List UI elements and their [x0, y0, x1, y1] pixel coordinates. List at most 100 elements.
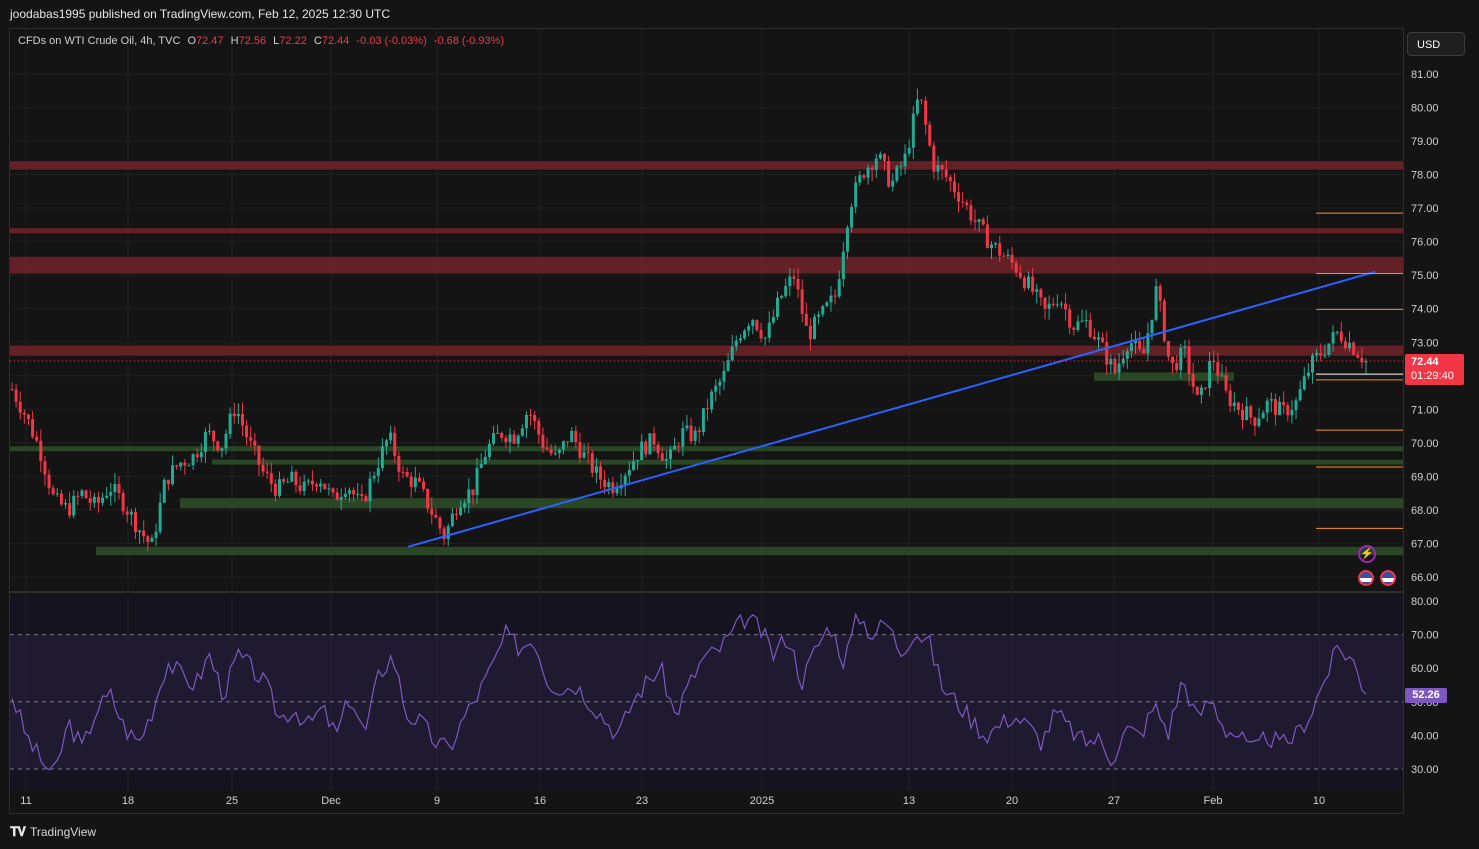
candle-down[interactable] [882, 153, 886, 161]
candle-up[interactable] [389, 432, 393, 441]
candle-down[interactable] [537, 421, 541, 435]
candle-down[interactable] [660, 453, 664, 461]
candle-down[interactable] [261, 464, 265, 472]
candle-down[interactable] [360, 493, 364, 497]
candle-down[interactable] [804, 313, 808, 326]
candle-down[interactable] [146, 536, 150, 542]
candle-up[interactable] [1084, 319, 1088, 321]
candle-down[interactable] [697, 430, 701, 433]
candle-down[interactable] [689, 425, 693, 441]
candle-down[interactable] [417, 477, 421, 482]
candle-up[interactable] [105, 495, 109, 498]
candle-up[interactable] [714, 385, 718, 392]
candle-up[interactable] [356, 493, 360, 495]
candle-up[interactable] [994, 243, 998, 245]
candle-up[interactable] [701, 408, 705, 433]
candle-down[interactable] [928, 124, 932, 146]
candle-up[interactable] [220, 448, 224, 451]
candle-down[interactable] [294, 471, 298, 486]
candle-down[interactable] [1216, 362, 1220, 376]
candle-down[interactable] [265, 471, 269, 474]
chart-canvas[interactable]: 81.00 80.00 79.00 78.00 77.00 76.00 75.00 74.00… [0, 0, 1479, 849]
candle-down[interactable] [257, 445, 261, 465]
candle-up[interactable] [475, 467, 479, 496]
candle-down[interactable] [549, 449, 553, 454]
candle-up[interactable] [623, 475, 627, 485]
candle-down[interactable] [1051, 303, 1055, 305]
candle-up[interactable] [903, 153, 907, 167]
candle-down[interactable] [1195, 386, 1199, 395]
candle-up[interactable] [154, 531, 158, 538]
candle-down[interactable] [216, 441, 220, 451]
candle-up[interactable] [492, 432, 496, 444]
candle-up[interactable] [751, 320, 755, 327]
candle-up[interactable] [874, 158, 878, 171]
candle-up[interactable] [915, 99, 919, 114]
candle-up[interactable] [1055, 304, 1059, 306]
candle-up[interactable] [1154, 286, 1158, 320]
candle-down[interactable] [39, 440, 43, 462]
candle-up[interactable] [463, 503, 467, 508]
candle-down[interactable] [599, 466, 603, 480]
candle-up[interactable] [467, 489, 471, 504]
candle-up[interactable] [850, 206, 854, 228]
candle-up[interactable] [368, 478, 372, 502]
candle-down[interactable] [1241, 409, 1245, 420]
candle-down[interactable] [533, 415, 537, 422]
candle-up[interactable] [1294, 400, 1298, 411]
candle-down[interactable] [545, 447, 549, 450]
candle-up[interactable] [813, 316, 817, 340]
candle-down[interactable] [51, 488, 55, 495]
candle-up[interactable] [1076, 321, 1080, 330]
candle-up[interactable] [771, 316, 775, 323]
candle-down[interactable] [1162, 300, 1166, 342]
candle-up[interactable] [129, 511, 133, 515]
candle-up[interactable] [236, 413, 240, 417]
candle-up[interactable] [199, 452, 203, 458]
candle-down[interactable] [1171, 356, 1175, 364]
candle-down[interactable] [401, 471, 405, 473]
candle-up[interactable] [55, 493, 59, 495]
candle-up[interactable] [829, 295, 833, 303]
candle-up[interactable] [710, 391, 714, 410]
candle-up[interactable] [483, 456, 487, 464]
candle-up[interactable] [1290, 410, 1294, 416]
candle-up[interactable] [636, 460, 640, 462]
candle-up[interactable] [191, 454, 195, 466]
candle-up[interactable] [825, 302, 829, 307]
candle-up[interactable] [627, 469, 631, 476]
candle-down[interactable] [1043, 297, 1047, 309]
candle-down[interactable] [1142, 349, 1146, 354]
candle-up[interactable] [1047, 303, 1051, 309]
candle-up[interactable] [302, 481, 306, 492]
candle-down[interactable] [652, 433, 656, 445]
candle-down[interactable] [961, 201, 965, 203]
candle-down[interactable] [862, 175, 866, 178]
candle-up[interactable] [64, 503, 68, 505]
candle-up[interactable] [109, 491, 113, 496]
candle-down[interactable] [944, 169, 948, 177]
candle-up[interactable] [496, 432, 500, 434]
candle-down[interactable] [1249, 406, 1253, 418]
candle-up[interactable] [784, 286, 788, 296]
lightning-icon[interactable]: ⚡ [1358, 545, 1376, 563]
candle-up[interactable] [775, 297, 779, 317]
candle-down[interactable] [31, 419, 35, 437]
candle-down[interactable] [121, 493, 125, 512]
resistance-zone[interactable] [10, 345, 1403, 356]
candle-up[interactable] [1315, 353, 1319, 356]
candle-down[interactable] [426, 488, 430, 509]
candle-up[interactable] [899, 166, 903, 168]
candle-down[interactable] [1022, 277, 1026, 288]
candle-down[interactable] [1286, 405, 1290, 416]
candle-down[interactable] [430, 508, 434, 515]
candle-up[interactable] [594, 466, 598, 473]
candle-down[interactable] [1039, 289, 1043, 298]
candle-down[interactable] [422, 481, 426, 489]
candle-up[interactable] [487, 443, 491, 457]
candle-up[interactable] [80, 490, 84, 497]
candle-up[interactable] [286, 481, 290, 483]
candle-down[interactable] [1187, 346, 1191, 375]
candle-up[interactable] [306, 480, 310, 482]
candle-up[interactable] [376, 467, 380, 476]
